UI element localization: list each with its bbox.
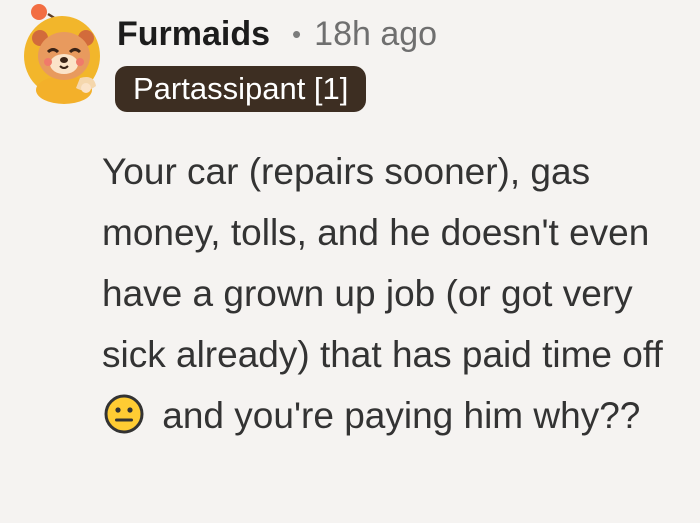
comment-body: Your car (repairs sooner), gas money, to… [102, 141, 694, 446]
user-flair-badge: Partassipant [1] [115, 66, 367, 112]
comment-body-text-part2: and you're paying him why?? [162, 395, 641, 436]
comment-timestamp[interactable]: 18h ago [314, 15, 437, 54]
comment-body-text-part1: Your car (repairs sooner), gas money, to… [102, 151, 663, 375]
comment-header: Furmaids • 18h ago [117, 12, 437, 56]
user-avatar-icon[interactable] [22, 4, 106, 104]
meta-separator: • [292, 18, 302, 49]
neutral-face-emoji-icon [104, 394, 144, 434]
username-link[interactable]: Furmaids [117, 15, 270, 54]
